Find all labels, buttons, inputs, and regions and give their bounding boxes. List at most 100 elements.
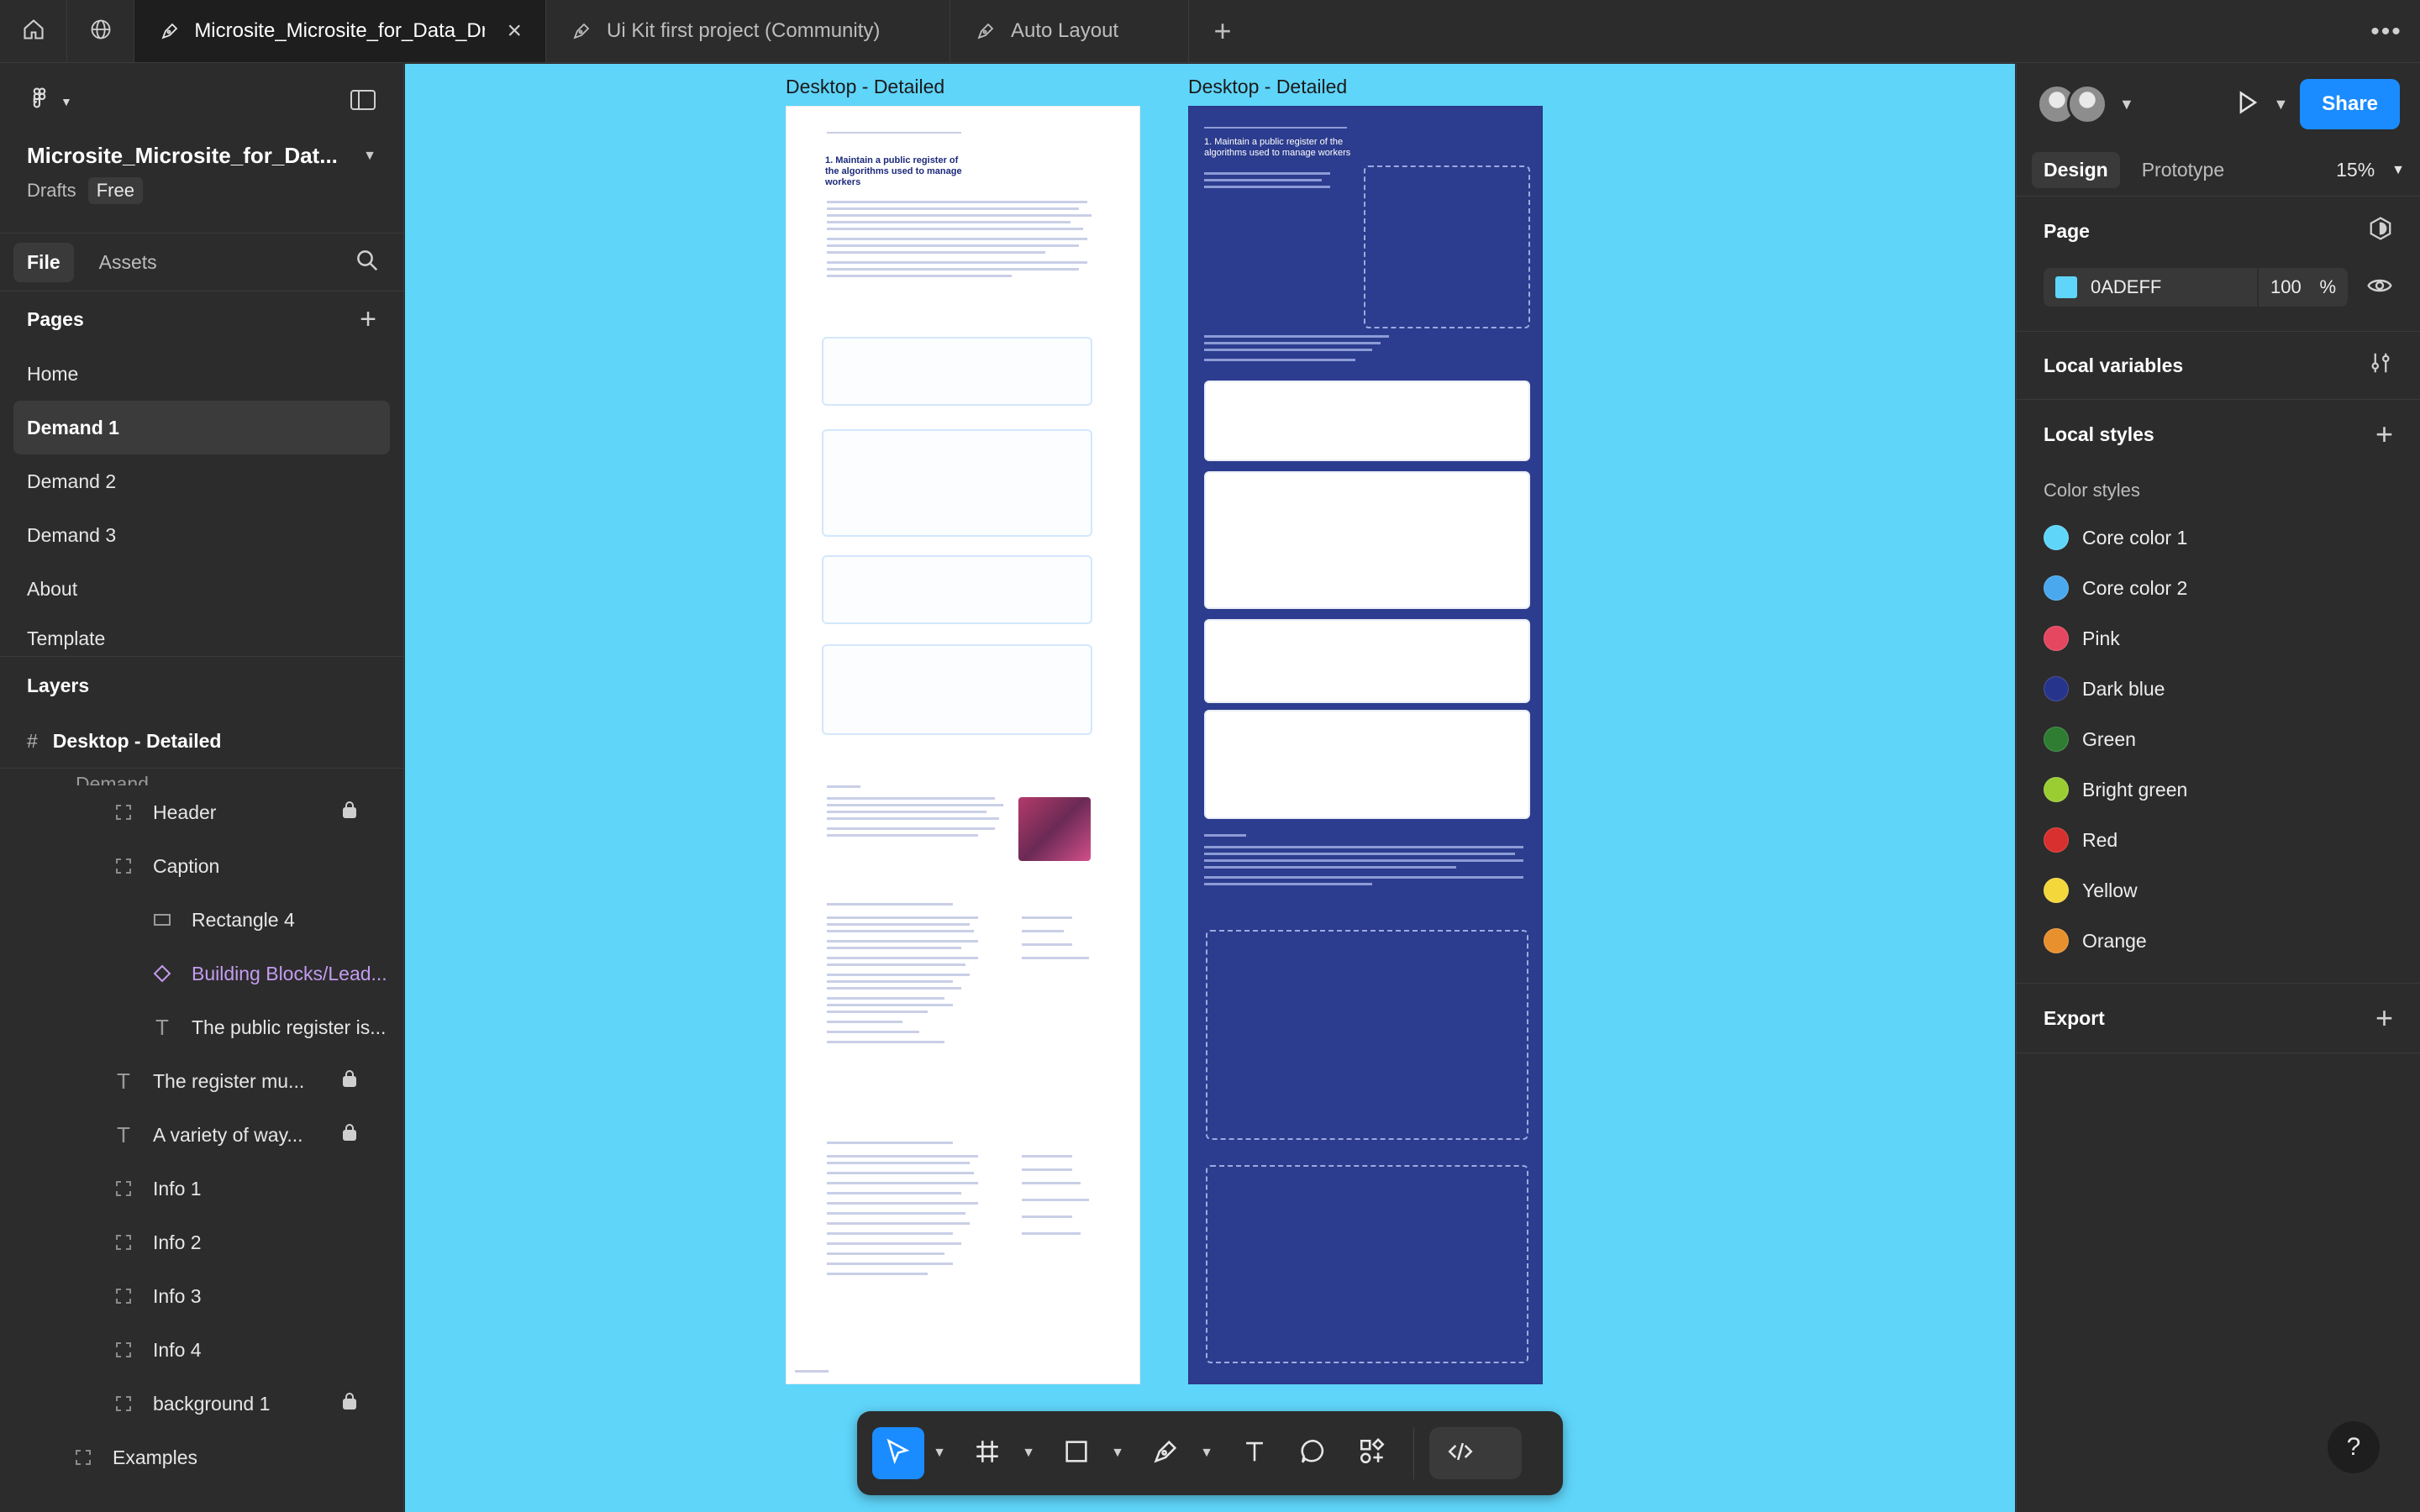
present-play-icon[interactable] — [2233, 88, 2261, 121]
home-button[interactable] — [0, 0, 67, 62]
main-menu-button[interactable]: ▼ — [27, 87, 72, 117]
tab-prototype[interactable]: Prototype — [2130, 152, 2236, 188]
color-style-core-color-2[interactable]: Core color 2 — [2044, 563, 2393, 613]
layer-rectangle-4[interactable]: Rectangle 4 — [0, 893, 403, 947]
zoom-control[interactable]: 15% ▼ — [2336, 159, 2405, 181]
chevron-down-icon: ▼ — [363, 148, 376, 163]
eye-icon[interactable] — [2366, 272, 2393, 303]
add-export-icon[interactable]: + — [2375, 1000, 2393, 1036]
frame-desktop-detailed-dark[interactable]: 1. Maintain a public register of the alg… — [1188, 106, 1543, 1384]
chevron-down-icon[interactable]: ▼ — [2273, 96, 2288, 113]
pen-file-icon — [570, 19, 593, 43]
layer-info-1[interactable]: Info 1 — [0, 1162, 403, 1215]
layer-info-3[interactable]: Info 3 — [0, 1269, 403, 1323]
layer-frame-desktop-detailed[interactable]: # Desktop - Detailed — [0, 715, 403, 769]
tab-assets[interactable]: Assets — [86, 243, 171, 282]
drafts-label[interactable]: Drafts — [27, 180, 76, 202]
info-card-2[interactable] — [1204, 471, 1530, 609]
info-card-1[interactable] — [822, 337, 1092, 406]
avatar[interactable] — [2067, 84, 2107, 124]
layer-variety-text[interactable]: T A variety of way... — [0, 1108, 403, 1162]
color-style-red[interactable]: Red — [2044, 815, 2393, 865]
add-page-icon[interactable]: + — [360, 303, 376, 336]
frame-desktop-detailed-white[interactable]: 1. Maintain a public register of the alg… — [786, 106, 1140, 1384]
pen-tool-button[interactable] — [1139, 1427, 1192, 1479]
info-card-1[interactable] — [1204, 381, 1530, 461]
comment-tool-button[interactable] — [1287, 1427, 1339, 1479]
info-card-4[interactable] — [1204, 710, 1530, 819]
layer-info-4[interactable]: Info 4 — [0, 1323, 403, 1377]
color-swatch[interactable] — [2055, 276, 2077, 298]
info-card-3[interactable] — [822, 555, 1092, 624]
color-style-name: Red — [2082, 828, 2118, 851]
tab-file-ui-kit[interactable]: Ui Kit first project (Community) — [546, 0, 950, 62]
canvas[interactable]: Desktop - Detailed 1. Maintain a public … — [405, 64, 2015, 1512]
lock-icon[interactable] — [341, 1392, 358, 1415]
page-item-demand-1[interactable]: Demand 1 — [13, 401, 390, 454]
layer-register-text[interactable]: T The register mu... — [0, 1054, 403, 1108]
search-icon[interactable] — [355, 248, 380, 277]
color-style-yellow[interactable]: Yellow — [2044, 865, 2393, 916]
chevron-down-icon[interactable]: ▼ — [931, 1446, 948, 1461]
lock-icon[interactable] — [341, 1069, 358, 1093]
color-style-green[interactable]: Green — [2044, 714, 2393, 764]
layer-public-register-text[interactable]: T The public register is... — [0, 1000, 403, 1054]
move-tool-button[interactable] — [872, 1427, 924, 1479]
close-tab-icon[interactable]: × — [507, 17, 522, 45]
lock-icon[interactable] — [341, 801, 358, 824]
dev-mode-toggle[interactable] — [1429, 1427, 1522, 1479]
tab-file-auto-layout[interactable]: Auto Layout — [950, 0, 1189, 62]
page-item-template[interactable]: Template — [0, 616, 403, 656]
lock-icon[interactable] — [341, 1123, 358, 1147]
color-style-core-color-1[interactable]: Core color 1 — [2044, 512, 2393, 563]
layer-header[interactable]: Header — [0, 785, 403, 839]
page-item-home[interactable]: Home — [0, 347, 403, 401]
chevron-down-icon[interactable]: ▼ — [1109, 1446, 1126, 1461]
frame-label-white[interactable]: Desktop - Detailed — [786, 76, 944, 98]
text-tool-button[interactable] — [1228, 1427, 1281, 1479]
layer-building-blocks[interactable]: Building Blocks/Lead... — [0, 947, 403, 1000]
page-item-demand-3[interactable]: Demand 3 — [0, 508, 403, 562]
toggle-sidebar-icon[interactable] — [350, 88, 376, 116]
variables-sliders-icon[interactable] — [2368, 350, 2393, 381]
color-style-dark-blue[interactable]: Dark blue — [2044, 664, 2393, 714]
layer-examples[interactable]: Examples — [0, 1431, 403, 1484]
info-card-2[interactable] — [822, 429, 1092, 537]
tab-file-microsite[interactable]: Microsite_Microsite_for_Data_Dri × — [134, 0, 546, 62]
tab-file[interactable]: File — [13, 242, 74, 282]
file-title-row[interactable]: Microsite_Microsite_for_Dat... ▼ — [0, 143, 403, 169]
layer-info-2[interactable]: Info 2 — [0, 1215, 403, 1269]
local-variables-section: Local variables — [2017, 332, 2420, 400]
pen-file-icon — [158, 19, 181, 43]
more-options-button[interactable]: ••• — [2361, 0, 2412, 63]
color-style-pink[interactable]: Pink — [2044, 613, 2393, 664]
color-style-bright-green[interactable]: Bright green — [2044, 764, 2393, 815]
info-card-4[interactable] — [822, 644, 1092, 735]
dark-mode-hexagon-icon[interactable] — [2368, 216, 2393, 246]
frame-tool-button[interactable] — [961, 1427, 1013, 1479]
actions-tool-button[interactable] — [1346, 1427, 1398, 1479]
info-card-3[interactable] — [1204, 619, 1530, 703]
zoom-level: 15% — [2336, 159, 2375, 181]
page-color-field[interactable]: 0ADEFF 100 % — [2044, 265, 2393, 309]
layer-caption[interactable]: Caption — [0, 839, 403, 893]
page-item-about[interactable]: About — [0, 562, 403, 616]
chevron-down-icon[interactable]: ▼ — [2119, 96, 2134, 113]
shape-tool-button[interactable] — [1050, 1427, 1102, 1479]
layer-demand-partial[interactable]: Demand — [0, 769, 403, 785]
community-button[interactable] — [67, 0, 134, 62]
frame-label-dark[interactable]: Desktop - Detailed — [1188, 76, 1347, 98]
page-color-opacity[interactable]: 100 — [2270, 276, 2302, 298]
page-item-demand-2[interactable]: Demand 2 — [0, 454, 403, 508]
add-style-icon[interactable]: + — [2375, 417, 2393, 452]
color-style-orange[interactable]: Orange — [2044, 916, 2393, 966]
page-color-hex[interactable]: 0ADEFF — [2091, 276, 2161, 298]
local-variables-heading[interactable]: Local variables — [2044, 354, 2183, 377]
layer-background-1[interactable]: background 1 — [0, 1377, 403, 1431]
share-button[interactable]: Share — [2300, 79, 2400, 129]
tab-design[interactable]: Design — [2032, 152, 2120, 188]
help-button[interactable]: ? — [2328, 1421, 2380, 1473]
chevron-down-icon[interactable]: ▼ — [1020, 1446, 1037, 1461]
new-tab-button[interactable]: + — [1189, 0, 1256, 62]
chevron-down-icon[interactable]: ▼ — [1198, 1446, 1215, 1461]
